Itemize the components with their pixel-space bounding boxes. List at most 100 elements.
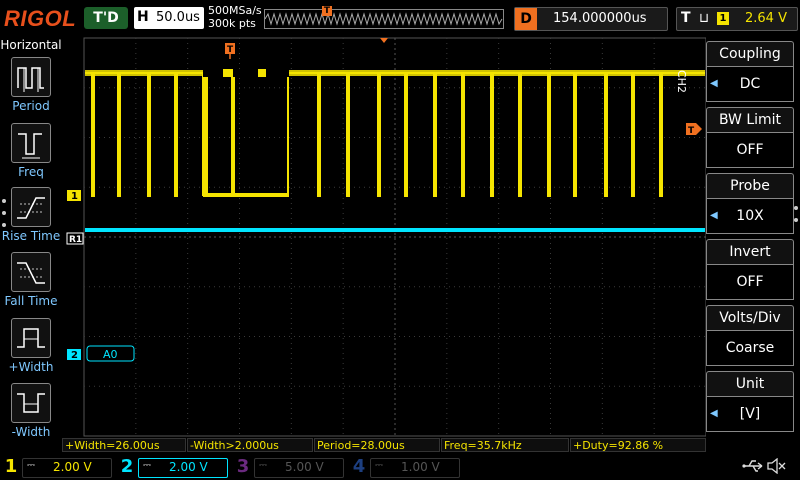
memory-depth: 300k pts: [208, 17, 256, 30]
ch1-low-dot: [461, 193, 465, 197]
ch1-low-dot: [174, 193, 178, 197]
menu-invert-title: Invert: [706, 239, 794, 264]
measurement-period[interactable]: Period=28.00us: [314, 438, 440, 452]
menu-volts-div-value[interactable]: Coarse: [706, 330, 794, 366]
ch1-low-dot: [377, 193, 381, 197]
menu-invert[interactable]: Invert OFF: [706, 239, 794, 300]
channel-1-scale: 2.00 V: [53, 460, 92, 474]
measurement-duty[interactable]: +Duty=92.86 %: [570, 438, 706, 452]
channel-4-box: ⎓ 1.00 V: [370, 458, 460, 478]
ch1-low-dot: [404, 193, 408, 197]
dc-coupling-icon: ⎓: [27, 460, 35, 471]
menu-probe[interactable]: Probe ◀ 10X: [706, 173, 794, 234]
sample-rate: 500MSa/s: [208, 4, 262, 17]
menu-bw-limit[interactable]: BW Limit OFF: [706, 107, 794, 168]
measurement-pos-width[interactable]: +Width=26.00us: [62, 438, 186, 452]
pos-width-icon: [11, 318, 51, 358]
ch1-low-dot: [631, 193, 635, 197]
memory-overview[interactable]: [264, 9, 504, 29]
menu-item-label: Freq: [18, 165, 44, 179]
sample-info: 500MSa/s 300k pts: [208, 4, 262, 30]
menu-item-rise-time[interactable]: Rise Time: [0, 187, 62, 243]
measurement-freq[interactable]: Freq=35.7kHz: [441, 438, 569, 452]
ch1-low-dot: [147, 193, 151, 197]
trigger-level: 2.64 V: [745, 11, 787, 26]
menu-volts-div[interactable]: Volts/Div Coarse: [706, 305, 794, 366]
trigger-edge-icon: ⊔: [699, 11, 710, 26]
period-icon: [11, 57, 51, 97]
ch1-low-dot: [91, 193, 95, 197]
trigger-source: 1: [717, 12, 729, 25]
channel-1-number: 1: [4, 456, 18, 477]
menu-item-neg-width[interactable]: -Width: [0, 383, 62, 439]
ch2-tag: CH2: [675, 70, 688, 93]
menu-coupling-value[interactable]: ◀ DC: [706, 66, 794, 102]
menu-invert-value[interactable]: OFF: [706, 264, 794, 300]
freq-icon: [11, 123, 51, 163]
ch2-ground-marker-label: 2: [71, 350, 78, 361]
menu-unit-title: Unit: [706, 371, 794, 396]
trigger-letter: T: [681, 10, 691, 26]
speaker-muted-icon[interactable]: [766, 457, 786, 475]
menu-probe-title: Probe: [706, 173, 794, 198]
channel-4-scale: 1.00 V: [401, 460, 440, 474]
right-scroll-dot: [794, 218, 798, 222]
channel-1-box: ⎓ 2.00 V: [22, 458, 112, 478]
menu-volts-div-title: Volts/Div: [706, 305, 794, 330]
trigger-position-marker-label: T: [227, 45, 234, 55]
waveform-display[interactable]: 1 R1 2 A0 T T: [62, 37, 707, 437]
menu-item-period[interactable]: Period: [0, 57, 62, 113]
rise-time-icon: [11, 187, 51, 227]
channel-2-box: ⎓ 2.00 V: [138, 458, 228, 478]
measurement-neg-width[interactable]: -Width>2.000us: [187, 438, 313, 452]
ch1-low-dot: [604, 193, 608, 197]
ch1-low-dot: [573, 193, 577, 197]
dc-coupling-icon: ⎓: [259, 460, 267, 471]
menu-unit[interactable]: Unit ◀ [V]: [706, 371, 794, 432]
timebase-value: 50.0us: [156, 10, 200, 25]
timebase-letter: H: [137, 9, 149, 25]
dc-coupling-icon: ⎓: [143, 460, 151, 471]
channel-3-box: ⎓ 5.00 V: [254, 458, 344, 478]
menu-item-label: Rise Time: [1, 229, 61, 243]
channel-1-button[interactable]: 1 ⎓ 2.00 V: [2, 456, 114, 478]
menu-item-freq[interactable]: Freq: [0, 123, 62, 179]
run-status-badge[interactable]: T'D: [84, 7, 128, 29]
channel-3-button[interactable]: 3 ⎓ 5.00 V: [234, 456, 346, 478]
memory-overview-wave: [264, 12, 503, 26]
menu-item-pos-width[interactable]: +Width: [0, 318, 62, 374]
delay-indicator[interactable]: D 154.000000us: [514, 7, 668, 31]
dc-coupling-icon: ⎓: [375, 460, 383, 471]
top-status-bar: RIGOL T'D H 50.0us 500MSa/s 300k pts T D…: [0, 0, 800, 36]
menu-bw-limit-value[interactable]: OFF: [706, 132, 794, 168]
menu-coupling[interactable]: Coupling ◀ DC: [706, 41, 794, 102]
channel-4-button[interactable]: 4 ⎓ 1.00 V: [350, 456, 462, 478]
channel-3-number: 3: [236, 456, 250, 477]
waveform-canvas: 1 R1 2 A0 T T: [66, 37, 707, 437]
channel-3-scale: 5.00 V: [285, 460, 324, 474]
delay-value: 154.000000us: [553, 11, 647, 26]
center-delay-marker: [380, 38, 388, 43]
menu-probe-value[interactable]: ◀ 10X: [706, 198, 794, 234]
ch1-gap-mask: [203, 69, 289, 77]
menu-item-fall-time[interactable]: Fall Time: [0, 252, 62, 308]
right-scroll-dot: [794, 206, 798, 210]
ch2-label-text: A0: [103, 348, 118, 361]
ch1-low-dot: [346, 193, 350, 197]
left-scroll-dot: [2, 211, 6, 215]
menu-unit-value[interactable]: ◀ [V]: [706, 396, 794, 432]
trigger-indicator[interactable]: T ⊔ 1 2.64 V: [676, 7, 798, 31]
menu-item-label: Fall Time: [4, 294, 58, 308]
timebase-indicator[interactable]: H 50.0us: [134, 7, 204, 29]
ch1-glitch: [258, 69, 266, 77]
trigger-level-marker-label: T: [688, 126, 695, 136]
ref-marker-label: R1: [69, 235, 82, 245]
ch1-low-dot: [547, 193, 551, 197]
ch1-low-dot: [659, 193, 663, 197]
arrow-left-icon: ◀: [710, 408, 718, 419]
menu-item-label: +Width: [8, 360, 54, 374]
ch1-ground-marker-label: 1: [71, 191, 78, 202]
channel-2-scale: 2.00 V: [169, 460, 208, 474]
delay-letter: D: [515, 8, 537, 30]
channel-2-button[interactable]: 2 ⎓ 2.00 V: [118, 456, 230, 478]
